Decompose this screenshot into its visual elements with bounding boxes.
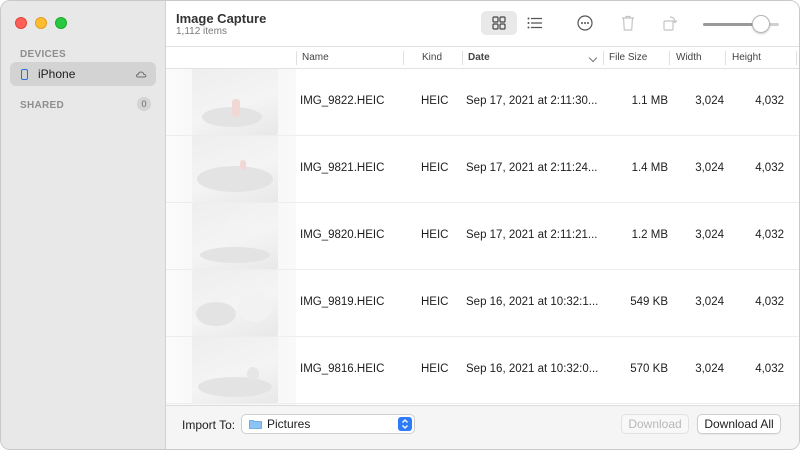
column-separator [725,51,726,65]
sidebar-item-iphone[interactable]: iPhone [10,62,156,86]
item-count: 1,112 items [176,26,227,37]
cell-date: Sep 17, 2021 at 2:11:24... [466,162,598,174]
cell-width: 3,024 [695,363,724,375]
cell-width: 3,024 [695,229,724,241]
sort-descending-icon [588,53,598,63]
cell-name: IMG_9821.HEIC [300,162,385,174]
table-row[interactable]: IMG_9822.HEIC HEIC Sep 17, 2021 at 2:11:… [166,69,799,136]
list-view-icon [527,17,542,29]
photo-thumbnail [192,337,278,403]
photo-thumbnail [192,203,278,269]
cell-height: 4,032 [755,162,784,174]
cell-file-size: 549 KB [630,296,668,308]
rotate-icon [663,16,678,31]
slider-knob[interactable] [752,15,771,33]
import-to-label: Import To: [182,418,236,432]
cell-file-size: 570 KB [630,363,668,375]
table-row[interactable]: IMG_9820.HEIC HEIC Sep 17, 2021 at 2:11:… [166,203,799,270]
table-header: Name Kind Date File Size Width Height [166,47,799,69]
column-header-kind[interactable]: Kind [422,47,442,69]
cell-file-size: 1.2 MB [631,229,668,241]
eject-icon[interactable] [135,68,147,80]
table-row[interactable]: IMG_9819.HEIC HEIC Sep 16, 2021 at 10:32… [166,270,799,337]
photo-thumbnail [192,136,278,202]
more-options-button[interactable] [574,12,596,34]
window-controls [15,17,67,29]
cell-width: 3,024 [695,95,724,107]
list-view-button[interactable] [524,12,546,34]
import-destination-value: Pictures [267,417,311,431]
cell-width: 3,024 [695,162,724,174]
import-bar: Import To: Pictures Download Download Al… [166,405,799,449]
cell-width: 3,024 [695,296,724,308]
select-stepper-icon [398,417,412,431]
device-name: iPhone [38,67,76,81]
column-header-date[interactable]: Date [468,47,490,69]
cell-height: 4,032 [755,363,784,375]
folder-icon [249,420,262,429]
sidebar: DEVICES iPhone SHARED 0 [1,1,166,449]
rotate-button[interactable] [659,12,681,34]
photo-thumbnail [192,69,278,135]
delete-button[interactable] [617,12,639,34]
cell-file-size: 1.4 MB [631,162,668,174]
toolbar: Image Capture 1,112 items [166,1,799,47]
cell-kind: HEIC [421,95,449,107]
column-separator [403,51,404,65]
cell-height: 4,032 [755,95,784,107]
cell-kind: HEIC [421,363,449,375]
cell-date: Sep 16, 2021 at 10:32:1... [466,296,599,308]
cell-name: IMG_9820.HEIC [300,229,385,241]
cell-date: Sep 17, 2021 at 2:11:30... [466,95,598,107]
grid-view-button[interactable] [481,11,517,35]
column-separator [296,51,297,65]
table-row[interactable]: IMG_9816.HEIC HEIC Sep 16, 2021 at 10:32… [166,337,799,404]
column-separator [462,51,463,65]
cell-name: IMG_9816.HEIC [300,363,385,375]
cell-kind: HEIC [421,296,449,308]
cell-height: 4,032 [755,296,784,308]
column-separator [669,51,670,65]
cell-file-size: 1.1 MB [631,95,668,107]
shared-section-label: SHARED [20,100,65,111]
file-table: Name Kind Date File Size Width Height IM… [166,47,799,405]
cell-date: Sep 17, 2021 at 2:11:21... [466,229,598,241]
shared-count-badge: 0 [137,97,151,111]
import-destination-select[interactable]: Pictures [241,414,415,434]
column-separator [796,51,797,65]
column-header-name[interactable]: Name [302,47,329,69]
column-separator [603,51,604,65]
devices-section-label: DEVICES [20,49,67,60]
close-button[interactable] [15,17,27,29]
image-capture-window: DEVICES iPhone SHARED 0 Image Capture 1,… [0,0,800,450]
download-button[interactable]: Download [621,414,689,434]
table-row[interactable]: IMG_9821.HEIC HEIC Sep 17, 2021 at 2:11:… [166,136,799,203]
iphone-icon [21,68,28,80]
cell-height: 4,032 [755,229,784,241]
column-header-width[interactable]: Width [676,47,702,69]
thumbnail-size-slider[interactable] [703,14,779,34]
photo-thumbnail [192,270,278,336]
cell-name: IMG_9819.HEIC [300,296,385,308]
cell-name: IMG_9822.HEIC [300,95,385,107]
cell-kind: HEIC [421,229,449,241]
maximize-button[interactable] [55,17,67,29]
grid-view-icon [492,16,506,30]
minimize-button[interactable] [35,17,47,29]
download-all-button[interactable]: Download All [697,414,781,434]
trash-icon [622,15,634,31]
window-title: Image Capture [176,11,267,26]
cell-date: Sep 16, 2021 at 10:32:0... [466,363,599,375]
more-icon [577,15,593,31]
column-header-file-size[interactable]: File Size [609,47,647,69]
column-header-height[interactable]: Height [732,47,761,69]
cell-kind: HEIC [421,162,449,174]
